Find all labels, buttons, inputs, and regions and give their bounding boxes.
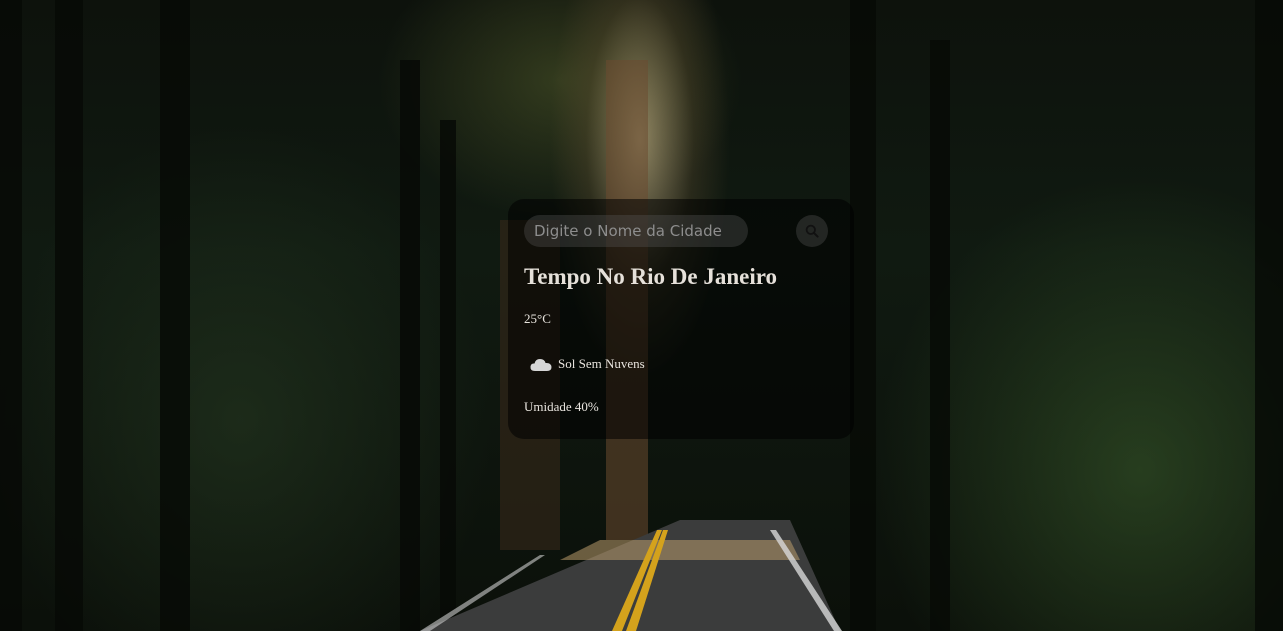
- search-row: [524, 215, 838, 247]
- weather-description-row: Sol Sem Nuvens: [524, 351, 838, 377]
- temperature-value: 25°C: [524, 311, 551, 326]
- humidity-value: Umidade 40%: [524, 399, 599, 414]
- city-weather-title: Tempo No Rio De Janeiro: [524, 264, 777, 289]
- search-icon: [805, 224, 819, 238]
- weather-description: Sol Sem Nuvens: [558, 356, 645, 371]
- city-search-input[interactable]: [524, 215, 748, 247]
- weather-card: Tempo No Rio De Janeiro 25°C Sol Sem Nuv…: [508, 199, 854, 439]
- cloud-icon: [528, 351, 554, 377]
- search-button[interactable]: [796, 215, 828, 247]
